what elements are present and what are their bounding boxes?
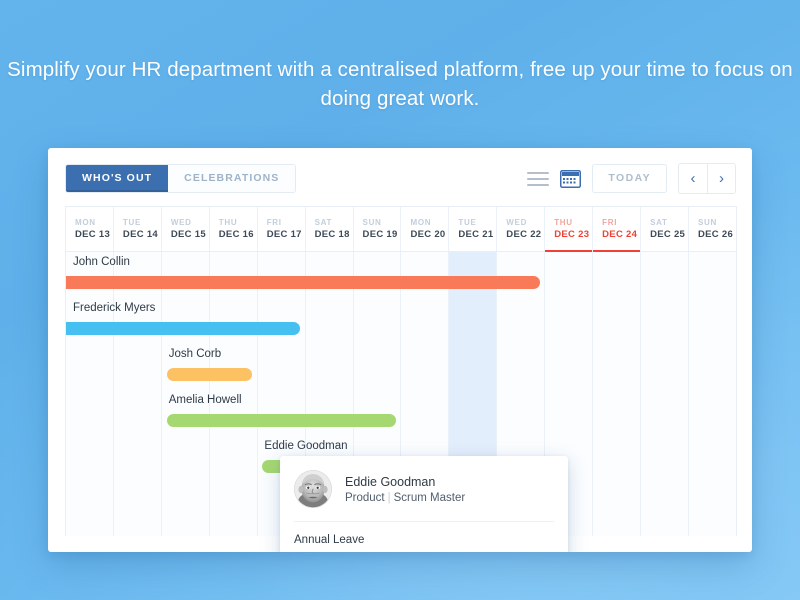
header-date: DEC 15 xyxy=(170,229,206,240)
tooltip-header: Eddie Goodman Product | Scrum Master xyxy=(280,456,568,521)
employee-name: Frederick Myers xyxy=(73,302,156,314)
header-date: DEC 14 xyxy=(122,229,158,240)
header-day-of-week: TUE xyxy=(458,218,477,227)
calendar-header-dec-24[interactable]: FRI DEC 24 xyxy=(593,207,642,252)
calendar-header-dec-22[interactable]: WED DEC 22 xyxy=(497,207,546,251)
header-day-of-week: FRI xyxy=(266,218,282,227)
header-day-of-week: MON xyxy=(410,218,432,227)
prev-week-button[interactable]: ‹ xyxy=(679,164,707,193)
employee-row: Josh Corb xyxy=(66,344,736,390)
calendar-header-dec-19[interactable]: SUN DEC 19 xyxy=(354,207,402,251)
employee-name: Amelia Howell xyxy=(168,394,242,406)
view-tab-group: WHO'S OUT CELEBRATIONS xyxy=(65,164,297,193)
calendar-header-dec-21[interactable]: TUE DEC 21 xyxy=(449,207,498,251)
tab-whos-out[interactable]: WHO'S OUT xyxy=(66,165,169,192)
calendar-header-dec-20[interactable]: MON DEC 20 xyxy=(401,207,450,251)
tooltip-identity: Eddie Goodman Product | Scrum Master xyxy=(345,475,465,504)
toolbar-controls: TODAY ‹ › xyxy=(527,163,736,194)
header-day-of-week: SUN xyxy=(697,218,717,227)
employee-row: John Collin xyxy=(66,252,736,298)
card-toolbar: WHO'S OUT CELEBRATIONS TODAY ‹ › xyxy=(48,148,752,206)
header-date: DEC 23 xyxy=(554,229,590,240)
tooltip-role-separator: | xyxy=(387,491,391,504)
calendar-header-dec-25[interactable]: SAT DEC 25 xyxy=(641,207,689,251)
tooltip-department: Product xyxy=(345,491,385,504)
header-day-of-week: SUN xyxy=(362,218,382,227)
leave-bar[interactable] xyxy=(66,322,301,335)
calendar-icon[interactable] xyxy=(560,169,582,188)
header-day-of-week: THU xyxy=(554,218,573,227)
header-date: DEC 19 xyxy=(362,229,398,240)
calendar-nav: ‹ › xyxy=(678,163,736,194)
header-date: DEC 17 xyxy=(266,229,302,240)
header-date: DEC 26 xyxy=(697,229,734,240)
calendar-header-row: MON DEC 13 TUE DEC 14 WED DEC 15 THU DEC 16 FRI D… xyxy=(66,207,736,252)
header-day-of-week: SAT xyxy=(314,218,333,227)
user-photo-avatar xyxy=(294,470,332,508)
today-button[interactable]: TODAY xyxy=(592,164,667,193)
calendar-header-dec-15[interactable]: WED DEC 15 xyxy=(162,207,210,251)
header-date: DEC 13 xyxy=(75,229,111,240)
calendar-header-dec-14[interactable]: TUE DEC 14 xyxy=(114,207,162,251)
header-day-of-week: WED xyxy=(170,218,192,227)
calendar-header-dec-17[interactable]: FRI DEC 17 xyxy=(258,207,306,251)
employee-name: Josh Corb xyxy=(168,348,222,360)
leave-tooltip: Eddie Goodman Product | Scrum Master Annua… xyxy=(280,456,568,552)
header-date: DEC 24 xyxy=(602,229,638,240)
header-day-of-week: THU xyxy=(218,218,238,227)
calendar-header-dec-18[interactable]: SAT DEC 18 xyxy=(306,207,354,251)
page-headline: Simplify your HR department with a centr… xyxy=(7,58,793,110)
header-date: DEC 18 xyxy=(314,229,350,240)
tooltip-leave-type: Annual Leave xyxy=(294,534,365,546)
header-date: DEC 16 xyxy=(218,229,254,240)
header-date: DEC 22 xyxy=(506,229,542,240)
calendar-header-dec-16[interactable]: THU DEC 16 xyxy=(210,207,258,251)
calendar-header-dec-13[interactable]: MON DEC 13 xyxy=(66,207,114,251)
employee-row: Amelia Howell xyxy=(66,390,736,436)
header-day-of-week: FRI xyxy=(602,218,618,227)
calendar-header-dec-23[interactable]: THU DEC 23 xyxy=(545,207,594,252)
employee-rows: John Collin Frederick Myers Josh Corb Ameli… xyxy=(66,252,736,482)
header-date: DEC 21 xyxy=(458,229,494,240)
header-date: DEC 20 xyxy=(410,229,446,240)
header-date: DEC 25 xyxy=(650,229,686,240)
calendar-header-dec-26[interactable]: SUN DEC 26 xyxy=(689,207,736,251)
leave-bar[interactable] xyxy=(66,276,540,289)
employee-row: Frederick Myers xyxy=(66,298,736,344)
leave-bar[interactable] xyxy=(166,414,396,427)
tooltip-job-title: Scrum Master xyxy=(393,491,466,504)
header-day-of-week: WED xyxy=(506,218,528,227)
tooltip-employee-name: Eddie Goodman xyxy=(345,474,436,489)
header-day-of-week: MON xyxy=(75,218,96,227)
list-icon[interactable] xyxy=(527,171,550,186)
header-day-of-week: SAT xyxy=(650,218,668,227)
next-week-button[interactable]: › xyxy=(707,164,735,193)
employee-name: Eddie Goodman xyxy=(264,440,348,452)
whos-out-card: WHO'S OUT CELEBRATIONS TODAY ‹ › MON DEC… xyxy=(48,148,752,552)
header-day-of-week: TUE xyxy=(122,218,142,227)
tab-celebrations[interactable]: CELEBRATIONS xyxy=(168,165,296,192)
employee-name: John Collin xyxy=(73,256,130,268)
tooltip-employee-role: Product | Scrum Master xyxy=(345,492,465,504)
leave-bar[interactable] xyxy=(166,368,253,381)
